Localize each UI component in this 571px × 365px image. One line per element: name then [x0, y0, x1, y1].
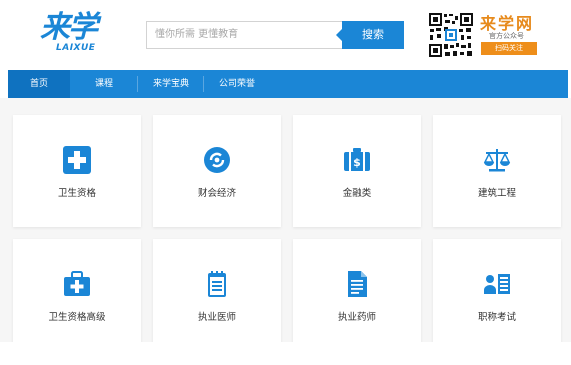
- category-label: 财会经济: [197, 188, 236, 199]
- scan-follow-badge: 扫码关注: [481, 42, 537, 55]
- scales-icon: [482, 145, 512, 175]
- medical-kit-icon: [62, 269, 92, 299]
- logo-subtext: LAIXUE: [56, 43, 96, 53]
- search-input[interactable]: [146, 21, 351, 49]
- category-label: 卫生资格高级: [48, 312, 106, 323]
- category-grid: 卫生资格 财会经济 $ 金融类 建筑工程 卫生资格高级 执业医师 执业药师 职称…: [0, 98, 571, 365]
- money-cycle-icon: [202, 145, 232, 175]
- notepad-icon: [202, 269, 232, 299]
- category-card[interactable]: $ 金融类: [293, 115, 421, 227]
- nav-item-courses[interactable]: 课程: [70, 70, 138, 98]
- category-label: 金融类: [342, 188, 372, 199]
- category-card[interactable]: 财会经济: [153, 115, 281, 227]
- id-card-icon: [482, 269, 512, 299]
- nav-item-guide[interactable]: 来学宝典: [138, 70, 204, 98]
- brand-subtitle: 官方公众号: [489, 32, 524, 40]
- nav-item-home[interactable]: 首页: [8, 70, 70, 98]
- category-label: 职称考试: [477, 312, 516, 323]
- qr-code-icon: [428, 12, 474, 58]
- nav-item-honors[interactable]: 公司荣誉: [204, 70, 270, 98]
- category-card[interactable]: 建筑工程: [433, 115, 561, 227]
- category-card[interactable]: 职称考试: [433, 239, 561, 351]
- page-bottom-area: [0, 342, 571, 365]
- category-card[interactable]: 卫生资格: [13, 115, 141, 227]
- category-label: 执业药师: [337, 312, 376, 323]
- category-card[interactable]: 执业药师: [293, 239, 421, 351]
- svg-text:$: $: [353, 156, 361, 169]
- search-bar: 搜索: [146, 21, 404, 49]
- category-card[interactable]: 卫生资格高级: [13, 239, 141, 351]
- category-label: 建筑工程: [477, 188, 516, 199]
- laixue-logo[interactable]: 来学 LAIXUE: [40, 12, 100, 56]
- category-label: 卫生资格: [57, 188, 96, 199]
- document-icon: [342, 269, 372, 299]
- logo-text: 来学: [40, 10, 98, 45]
- header: 来学 LAIXUE 搜索 来学网 官方公众号 扫码关注: [0, 0, 571, 70]
- category-label: 执业医师: [197, 312, 236, 323]
- medical-cross-icon: [62, 145, 92, 175]
- main-nav: 首页 课程 来学宝典 公司荣誉: [8, 70, 568, 98]
- money-bag-icon: $: [342, 145, 372, 175]
- search-button[interactable]: 搜索: [336, 21, 404, 49]
- category-card[interactable]: 执业医师: [153, 239, 281, 351]
